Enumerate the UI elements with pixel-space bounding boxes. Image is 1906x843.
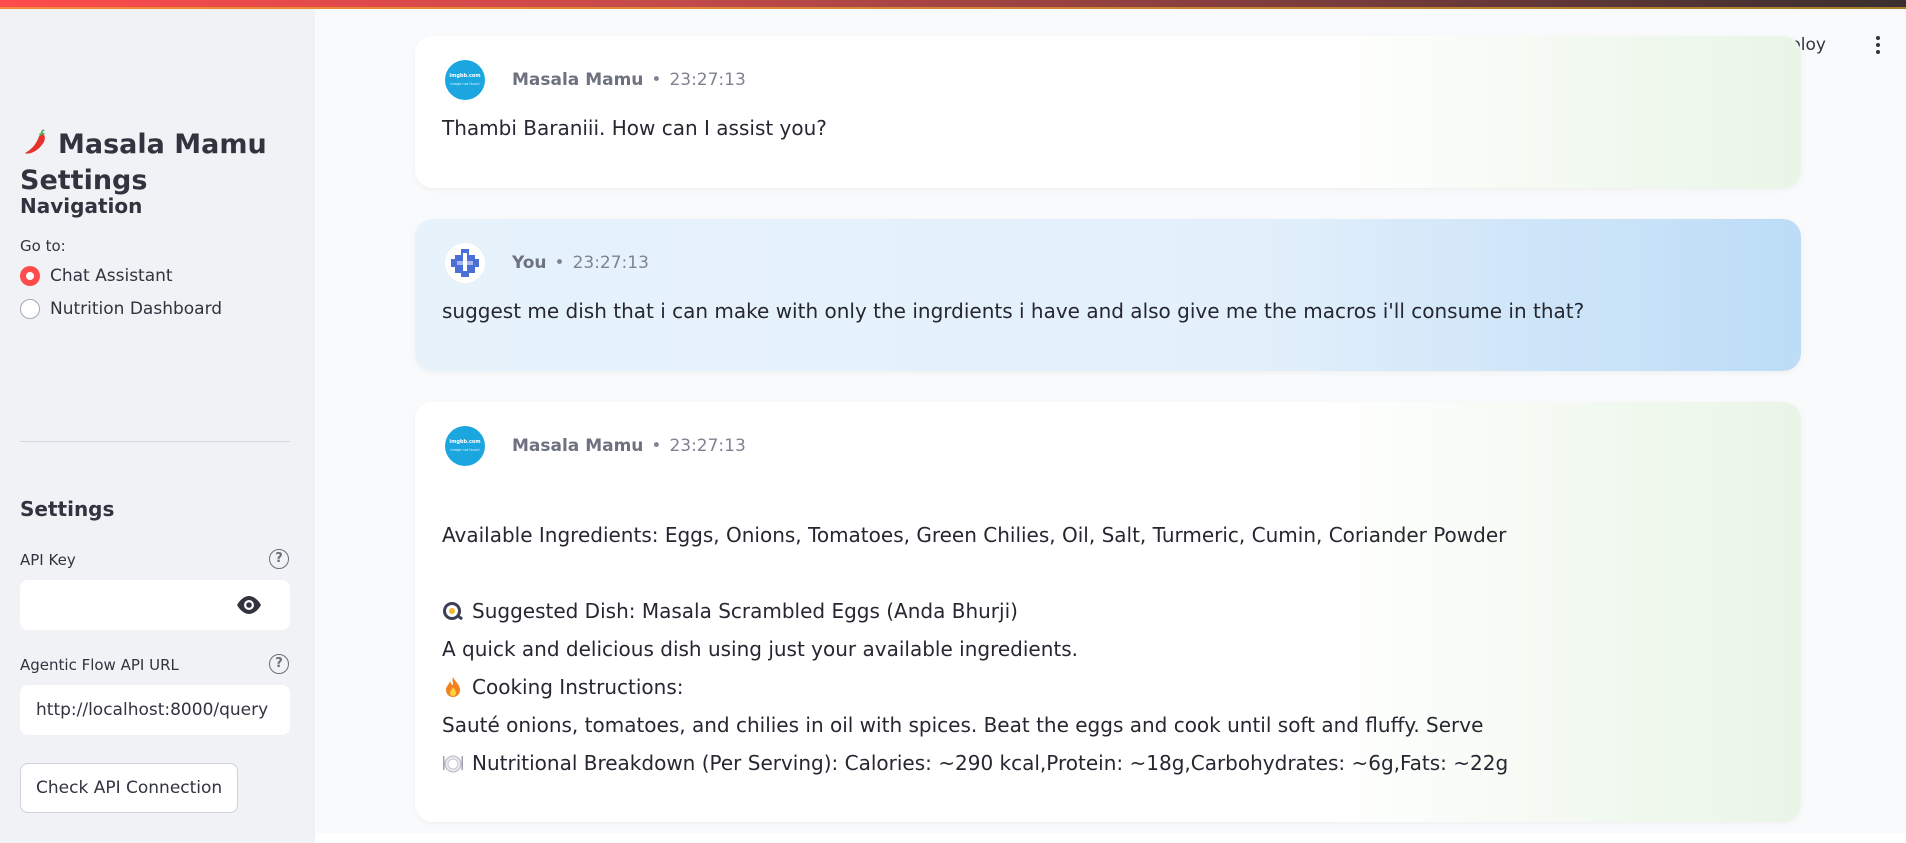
message-line-instructions: Sauté onions, tomatoes, and chilies in o… xyxy=(442,706,1483,744)
message-line-ingredients: Available Ingredients: Eggs, Onions, Tom… xyxy=(442,516,1506,554)
message-time: 23:27:13 xyxy=(669,436,746,456)
nav-option-nutrition-dashboard[interactable]: Nutrition Dashboard xyxy=(20,299,222,319)
message-text: Nutritional Breakdown (Per Serving): Cal… xyxy=(472,751,1509,775)
help-icon[interactable]: ? xyxy=(269,549,289,569)
api-url-value: http://localhost:8000/query xyxy=(36,700,269,720)
settings-heading: Settings xyxy=(20,497,115,521)
message-line-description: A quick and delicious dish using just yo… xyxy=(442,630,1078,668)
goto-label: Go to: xyxy=(20,237,66,255)
message-author: Masala Mamu xyxy=(512,436,644,456)
message-line-dish: Suggested Dish: Masala Scrambled Eggs (A… xyxy=(442,592,1018,630)
message-author: You xyxy=(512,253,547,273)
avatar-subtext: image not found xyxy=(450,448,480,452)
message-text: suggest me dish that i can make with onl… xyxy=(442,299,1585,323)
message-line-cooking: Cooking Instructions: xyxy=(442,668,684,706)
bot-avatar: imgbb.com image not found xyxy=(445,426,485,466)
message-meta: Masala Mamu • 23:27:13 xyxy=(512,436,746,456)
message-time: 23:27:13 xyxy=(572,253,649,273)
message-meta: Masala Mamu • 23:27:13 xyxy=(512,70,746,90)
sidebar-title: Masala Mamu Settings xyxy=(20,127,300,199)
plate-icon xyxy=(443,755,463,773)
nav-option-label: Chat Assistant xyxy=(50,266,173,286)
user-avatar xyxy=(445,243,485,283)
message-line-nutrition: Nutritional Breakdown (Per Serving): Cal… xyxy=(442,744,1508,782)
help-icon[interactable]: ? xyxy=(269,654,289,674)
sidebar-divider xyxy=(20,441,290,442)
api-key-input[interactable] xyxy=(20,580,290,630)
sidebar-title-text: Masala Mamu Settings xyxy=(20,129,267,196)
chat-message-assistant: imgbb.com image not found Masala Mamu • 23… xyxy=(415,402,1801,822)
top-decoration-bar xyxy=(0,0,1906,9)
nav-option-chat-assistant[interactable]: Chat Assistant xyxy=(20,266,173,286)
message-time: 23:27:13 xyxy=(669,70,746,90)
api-key-label: API Key xyxy=(20,551,76,569)
message-text: Thambi Baraniii. How can I assist you? xyxy=(442,116,827,140)
bot-avatar: imgbb.com image not found xyxy=(445,60,485,100)
message-text: A quick and delicious dish using just yo… xyxy=(442,637,1079,661)
message-meta: You • 23:27:13 xyxy=(512,253,649,273)
nav-option-label: Nutrition Dashboard xyxy=(50,299,223,319)
api-url-input[interactable]: http://localhost:8000/query xyxy=(20,685,290,735)
sidebar: Masala Mamu Settings Navigation Go to: C… xyxy=(0,9,315,843)
frying-pan-icon xyxy=(443,602,463,620)
check-api-connection-button[interactable]: Check API Connection xyxy=(20,763,239,813)
eye-icon[interactable] xyxy=(236,595,262,615)
message-author: Masala Mamu xyxy=(512,70,644,90)
message-text: Cooking Instructions: xyxy=(472,675,684,699)
chili-pepper-icon xyxy=(25,129,45,154)
kebab-menu-icon[interactable] xyxy=(1876,36,1880,57)
radio-unselected-icon[interactable] xyxy=(20,299,40,319)
api-url-label: Agentic Flow API URL xyxy=(20,656,179,674)
fire-icon xyxy=(446,677,460,697)
avatar-text: imgbb.com xyxy=(449,73,481,79)
avatar-subtext: image not found xyxy=(450,82,480,86)
message-text: Available Ingredients: Eggs, Onions, Tom… xyxy=(442,523,1507,547)
chat-message-user: You • 23:27:13 suggest me dish that i can … xyxy=(415,219,1801,371)
navigation-heading: Navigation xyxy=(20,194,143,218)
message-text: Sauté onions, tomatoes, and chilies in o… xyxy=(442,713,1484,737)
avatar-text: imgbb.com xyxy=(449,439,481,445)
chat-message-assistant: imgbb.com image not found Masala Mamu • 23… xyxy=(415,36,1801,188)
chat-input-area-edge xyxy=(315,833,1906,843)
radio-selected-icon[interactable] xyxy=(20,266,40,286)
message-text: Suggested Dish: Masala Scrambled Eggs (A… xyxy=(472,599,1018,623)
